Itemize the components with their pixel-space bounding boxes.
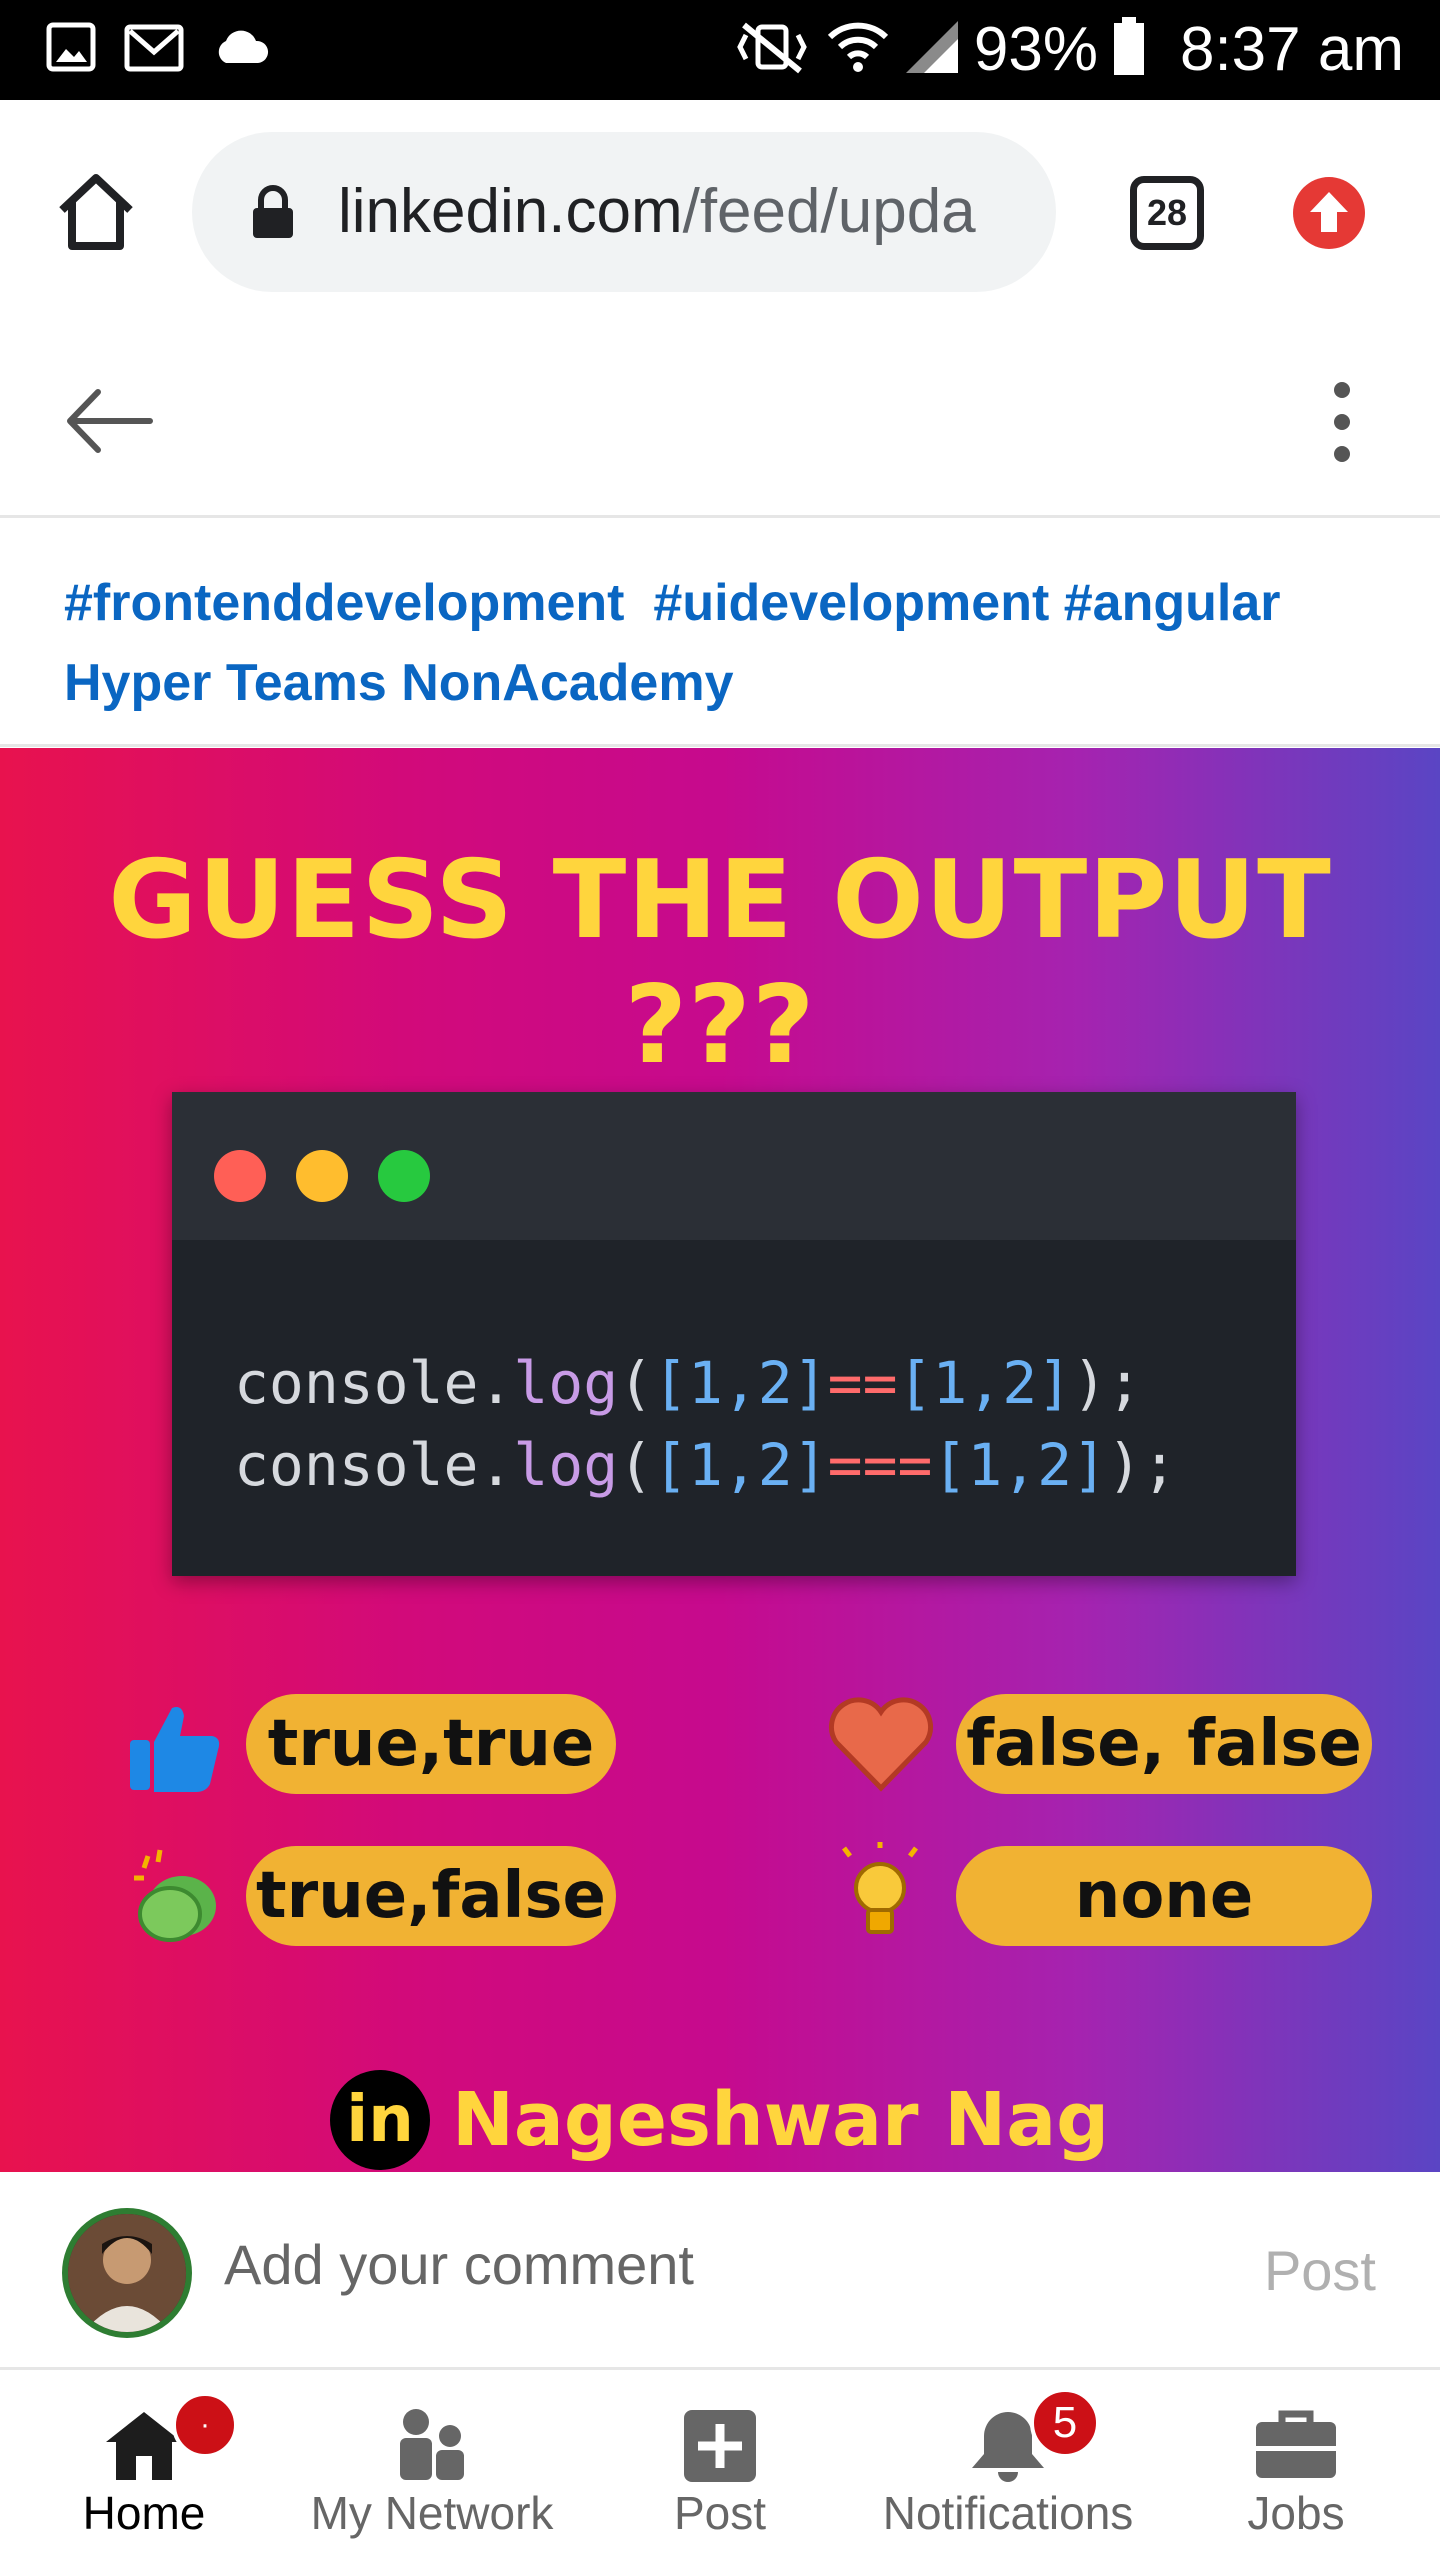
nav-notifications[interactable]: 5 Notifications [864,2372,1152,2560]
notification-count-badge: 5 [1030,2388,1100,2458]
code-token: ); [1072,1349,1142,1417]
nav-home[interactable]: · Home [0,2372,288,2560]
code-token: log [513,1349,619,1417]
linkedin-logo-icon: in [330,2070,430,2170]
address-bar[interactable]: linkedin.com/feed/upda [192,132,1056,292]
briefcase-icon [1254,2408,1338,2485]
mention-link[interactable]: Hyper Teams NonAcademy [64,643,1440,723]
code-line: console.log([1,2]===[1,2]); [234,1424,1177,1506]
code-token: ); [1107,1431,1177,1499]
url-text: linkedin.com/feed/upda [338,176,976,247]
avatar[interactable] [62,2208,192,2338]
post-image[interactable]: GUESS THE OUTPUT ??? console.log([1,2]==… [0,748,1440,2172]
signal-icon [904,19,960,80]
lightbulb-icon [840,1842,920,1957]
nav-label: Post [673,2487,767,2539]
wifi-icon [826,17,890,82]
nav-my-network[interactable]: My Network [288,2372,576,2560]
post-comment-button[interactable]: Post [1264,2238,1376,2303]
page: 93% 8:37 am linkedin.com/feed/upda 28 #f… [0,0,1440,2560]
notification-dot-badge: · [172,2392,238,2458]
hashtag-link[interactable]: #angular [1064,574,1281,632]
option-pill: false, false [956,1694,1372,1794]
tab-switcher-button[interactable]: 28 [1130,176,1204,250]
people-icon [390,2408,474,2485]
mute-vibrate-icon [732,17,812,82]
post-hashtags: #frontenddevelopment #uidevelopment #ang… [0,521,1440,747]
clock: 8:37 am [1179,15,1404,84]
code-token: ( [618,1349,654,1417]
back-arrow-icon[interactable] [64,386,154,461]
lock-icon [250,184,296,245]
comment-input[interactable]: Add your comment [224,2232,694,2297]
plus-square-icon [682,2408,758,2489]
author-name: Nageshwar Nag [452,2077,1110,2163]
more-options-icon[interactable] [1330,380,1354,469]
nav-label: Jobs [1247,2487,1345,2539]
cloud-icon [212,27,270,72]
code-token: . [478,1431,514,1499]
code-window-titlebar [172,1092,1296,1240]
code-token: log [513,1431,619,1499]
update-icon[interactable] [1292,176,1366,255]
window-close-dot-icon [214,1150,266,1202]
nav-label: Notifications [882,2487,1134,2539]
status-bar: 93% 8:37 am [0,0,1440,100]
hashtag-line: #frontenddevelopment #uidevelopment #ang… [64,563,1440,643]
browser-toolbar: linkedin.com/feed/upda 28 [0,100,1440,324]
bottom-navigation: · Home My Network Post 5 Notifications J… [0,2372,1440,2560]
code-token: console [234,1431,479,1499]
image-headline: GUESS THE OUTPUT ??? [108,838,1332,1088]
nav-post[interactable]: Post [576,2372,864,2560]
url-domain: linkedin.com [338,177,683,246]
heart-icon [826,1694,936,1799]
battery-icon [1112,17,1146,82]
post-header [0,324,1440,518]
option-pill: true,true [246,1694,616,1794]
gmail-icon [124,22,184,77]
window-maximize-dot-icon [378,1150,430,1202]
code-token: ( [618,1431,654,1499]
code-token: [1,2] [653,1431,828,1499]
home-icon[interactable] [54,170,138,254]
code-token: [1,2] [653,1349,828,1417]
author-signature: in Nageshwar Nag [330,2070,1109,2170]
option-pill: none [956,1846,1372,1946]
hashtag-link[interactable]: #frontenddevelopment [64,574,625,632]
code-line: console.log([1,2]==[1,2]); [234,1342,1177,1424]
clapping-hands-icon [126,1844,230,1953]
code-snippet: console.log([1,2]==[1,2]); console.log([1… [234,1342,1177,1506]
hashtag-link[interactable]: #uidevelopment [653,574,1049,632]
thumbs-up-icon [124,1696,224,1801]
battery-percent: 93% [973,15,1098,84]
url-path: /feed/upda [682,177,976,246]
code-token: [1,2] [897,1349,1073,1417]
image-icon [46,22,96,77]
code-token: [1,2] [932,1431,1108,1499]
code-token: == [827,1349,898,1417]
window-minimize-dot-icon [296,1150,348,1202]
code-token: . [478,1349,514,1417]
code-window: console.log([1,2]==[1,2]); console.log([1… [172,1092,1296,1576]
nav-jobs[interactable]: Jobs [1152,2372,1440,2560]
nav-label: Home [82,2487,206,2539]
option-pill: true,false [246,1846,616,1946]
code-token: console [234,1349,479,1417]
comment-bar: Add your comment Post [0,2172,1440,2370]
nav-label: My Network [310,2487,554,2539]
code-token: === [827,1431,933,1499]
